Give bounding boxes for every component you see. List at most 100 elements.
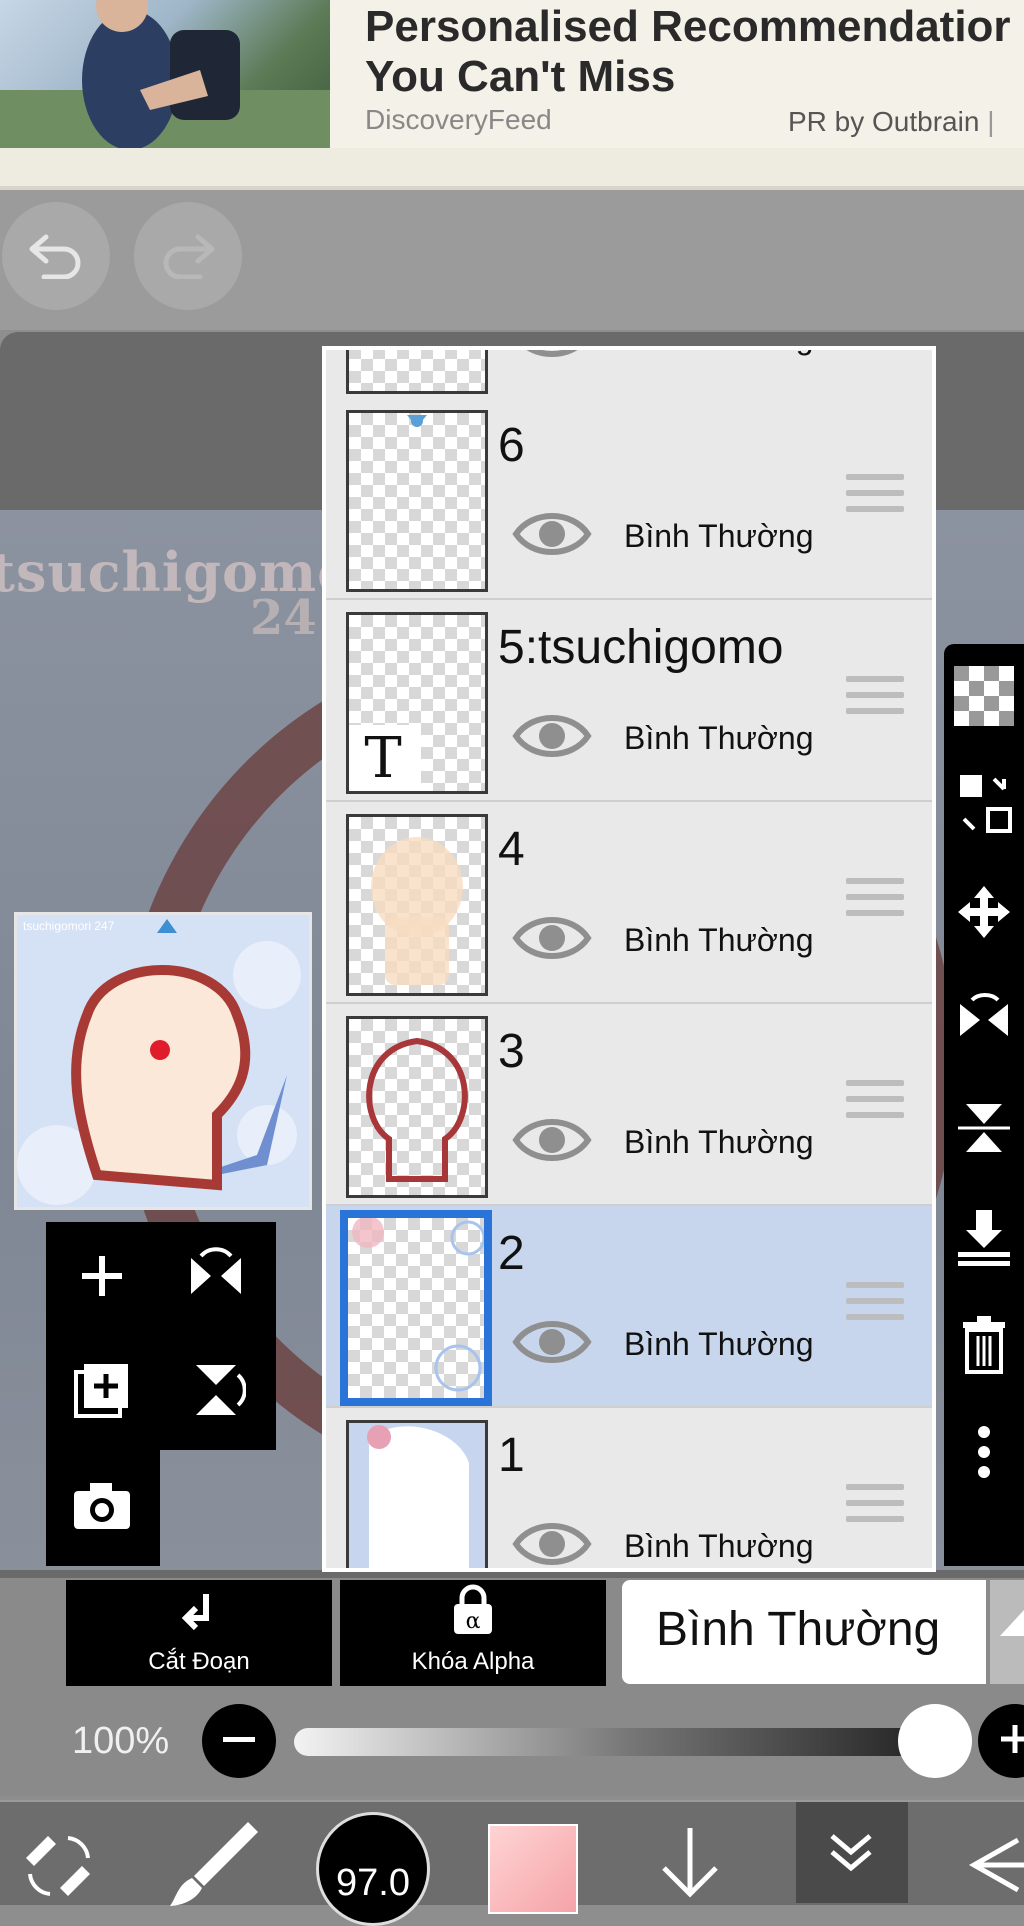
- eye-icon[interactable]: [512, 1314, 592, 1370]
- layer-down-button[interactable]: [650, 1824, 730, 1909]
- delete-layer-button[interactable]: [944, 1292, 1024, 1400]
- layer-row-1[interactable]: 1 Bình Thường: [326, 1408, 932, 1568]
- svg-text:T: T: [364, 726, 401, 791]
- drag-handle-icon[interactable]: [846, 1484, 904, 1534]
- opacity-decrease-button[interactable]: [202, 1704, 276, 1778]
- layer-thumbnail[interactable]: [346, 814, 488, 996]
- drag-handle-icon[interactable]: [846, 676, 904, 726]
- eye-icon[interactable]: [512, 708, 592, 764]
- trash-icon: [959, 1314, 1009, 1379]
- eye-icon[interactable]: [512, 506, 592, 562]
- duplicate-layer-button[interactable]: [52, 1342, 152, 1442]
- opacity-value: 100%: [72, 1720, 170, 1762]
- add-layer-button[interactable]: [52, 1228, 152, 1328]
- flip-layer-horizontal-button[interactable]: [944, 968, 1024, 1076]
- clipping-label: Cắt Đoạn: [148, 1648, 250, 1675]
- swap-icon: [954, 769, 1014, 844]
- drag-handle-icon[interactable]: [846, 1282, 904, 1332]
- layer-thumbnail[interactable]: [340, 1210, 492, 1406]
- layer-row-3[interactable]: 3 Bình Thường: [326, 1004, 932, 1207]
- ad-divider: [0, 148, 1024, 186]
- alpha-lock-label: Khóa Alpha: [411, 1648, 535, 1675]
- right-tool-strip: [944, 644, 1024, 1566]
- flip-horizontal-icon: [954, 990, 1014, 1055]
- layer-swap-button[interactable]: [944, 752, 1024, 860]
- layer-thumbnail[interactable]: [346, 1420, 488, 1568]
- color-swatch[interactable]: [488, 1824, 578, 1914]
- layer-thumbnail[interactable]: [346, 350, 488, 394]
- chevron-up-icon: [990, 1610, 1024, 1688]
- opacity-slider-handle[interactable]: [898, 1704, 972, 1778]
- layer-thumbnail[interactable]: [346, 410, 488, 592]
- layer-row-2[interactable]: 2 Bình Thường: [326, 1206, 932, 1409]
- canvas-preview[interactable]: tsuchigomori 247: [14, 912, 312, 1210]
- alpha-lock-button[interactable]: α Khóa Alpha: [340, 1580, 606, 1686]
- flip-vertical-button[interactable]: [166, 1342, 266, 1442]
- ad-source: DiscoveryFeed: [365, 104, 552, 135]
- layer-name: 2: [498, 1227, 525, 1280]
- layer-blend-mode: Bình Thường: [624, 720, 814, 756]
- plus-icon: [77, 1251, 127, 1306]
- layers-button[interactable]: [796, 1802, 908, 1903]
- blend-mode-dropdown[interactable]: [990, 1580, 1024, 1684]
- layer-row-6[interactable]: 6 Bình Thường: [326, 398, 932, 601]
- eye-icon[interactable]: [512, 350, 592, 364]
- layer-name: 6: [498, 419, 525, 472]
- layer-blend-mode: Bình Thường: [624, 1326, 814, 1362]
- lock-alpha-icon: α: [450, 1584, 496, 1643]
- layer-tool-panel-ext: [46, 1450, 160, 1566]
- camera-icon: [72, 1481, 132, 1536]
- artwork-watermark-number: 24: [250, 590, 317, 646]
- move-button[interactable]: [944, 860, 1024, 968]
- opacity-slider[interactable]: [294, 1728, 962, 1756]
- duplicate-icon: [72, 1360, 132, 1425]
- layer-blend-mode: Bình Thường: [624, 922, 814, 958]
- merge-down-button[interactable]: [944, 1184, 1024, 1292]
- layer-blend-mode: Bình Thường: [624, 1124, 814, 1160]
- clip-arrow-icon: [176, 1588, 222, 1643]
- blend-mode-value: Bình Thường: [656, 1603, 941, 1656]
- clipping-button[interactable]: Cắt Đoạn: [66, 1580, 332, 1686]
- flip-horizontal-button[interactable]: [166, 1228, 266, 1328]
- layer-tool-panel: [46, 1222, 276, 1450]
- ad-sponsor-label[interactable]: PR by Outbrain |: [788, 106, 994, 138]
- brush-tool-button[interactable]: [164, 1818, 264, 1913]
- camera-button[interactable]: [52, 1458, 152, 1558]
- layer-thumbnail[interactable]: T: [346, 612, 488, 794]
- undo-button[interactable]: [2, 202, 110, 310]
- eye-icon[interactable]: [512, 1112, 592, 1168]
- drag-handle-icon[interactable]: [846, 1080, 904, 1130]
- flip-layer-vertical-button[interactable]: [944, 1076, 1024, 1184]
- ad-title[interactable]: Personalised Recommendatior You Can't Mi…: [365, 2, 1024, 102]
- eye-icon[interactable]: [512, 910, 592, 966]
- undo-icon: [26, 229, 86, 284]
- more-options-button[interactable]: [944, 1400, 1024, 1508]
- redo-button[interactable]: [134, 202, 242, 310]
- layer-row-7[interactable]: Bình Thường: [326, 350, 932, 403]
- arrow-down-icon: [650, 1828, 730, 1908]
- pen-swap-icon: [20, 1836, 100, 1902]
- layer-name: 5:tsuchigomo: [498, 621, 784, 674]
- drag-handle-icon[interactable]: [846, 474, 904, 524]
- merge-down-icon: [954, 1206, 1014, 1271]
- layer-row-4[interactable]: 4 Bình Thường: [326, 802, 932, 1005]
- layer-panel[interactable]: Bình Thường 6 Bình Thường T 5:tsuchigomo Bình…: [322, 346, 936, 1572]
- brush-size-value: 97.0: [336, 1862, 410, 1904]
- layer-name: 3: [498, 1025, 525, 1078]
- arrow-left-icon: [966, 1837, 1024, 1904]
- eye-icon[interactable]: [512, 1516, 592, 1568]
- top-toolbar: [0, 190, 1024, 330]
- plus-icon: [995, 1719, 1024, 1764]
- minus-icon: [219, 1732, 259, 1750]
- layer-blend-mode: Bình Thường: [624, 518, 814, 554]
- layer-row-5[interactable]: T 5:tsuchigomo Bình Thường: [326, 600, 932, 803]
- selection-tool-button[interactable]: [20, 1818, 100, 1903]
- transparent-background-button[interactable]: [944, 644, 1024, 752]
- back-button[interactable]: [966, 1830, 1024, 1905]
- drag-handle-icon[interactable]: [846, 878, 904, 928]
- brush-icon: [164, 1822, 264, 1912]
- layer-thumbnail[interactable]: [346, 1016, 488, 1198]
- checkerboard-icon: [954, 665, 1014, 731]
- more-vertical-icon: [974, 1422, 994, 1487]
- ad-image[interactable]: [0, 0, 330, 148]
